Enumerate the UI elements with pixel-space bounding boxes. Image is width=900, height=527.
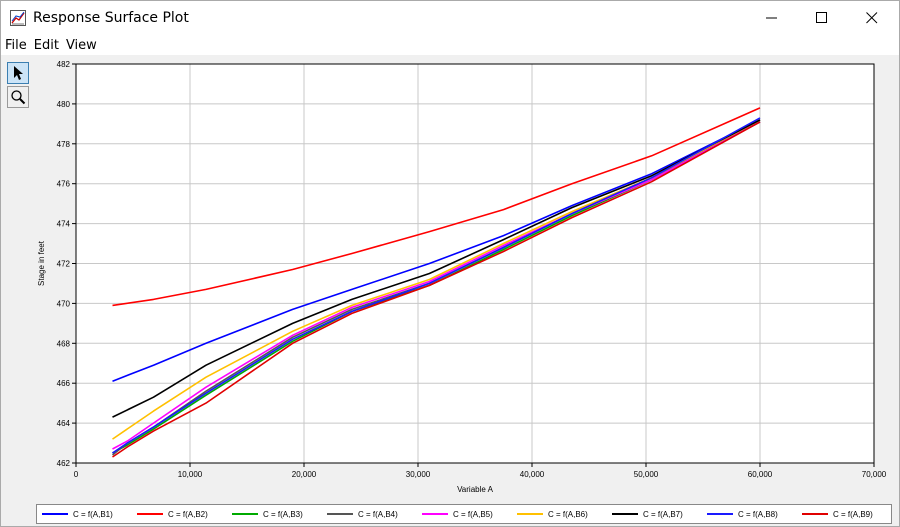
- y-tick-label: 474: [57, 220, 71, 229]
- y-tick-label: 472: [57, 260, 71, 269]
- y-tick-label: 478: [57, 140, 71, 149]
- x-tick-label: 70,000: [862, 470, 887, 479]
- y-tick-label: 466: [57, 379, 71, 388]
- legend-swatch: [802, 513, 828, 515]
- response-surface-chart[interactable]: 0 10,000 20,000 30,000 40,000 50,000 60,000 70,…: [32, 57, 898, 503]
- window-title: Response Surface Plot: [33, 10, 189, 26]
- x-tick-label: 30,000: [406, 470, 431, 479]
- zoom-tool-button[interactable]: [7, 86, 29, 108]
- legend-item-b5: C = f(A,B5): [417, 510, 512, 519]
- legend-label: C = f(A,B9): [833, 509, 873, 519]
- x-tick-label: 50,000: [634, 470, 659, 479]
- x-axis-label: Variable A: [457, 485, 494, 494]
- legend-item-b9: C = f(A,B9): [797, 510, 892, 519]
- x-tick-label: 60,000: [748, 470, 773, 479]
- close-button[interactable]: [849, 1, 895, 35]
- title-bar[interactable]: Response Surface Plot: [1, 1, 899, 35]
- legend-swatch: [327, 513, 353, 515]
- menu-bar: File Edit View: [1, 35, 899, 55]
- y-tick-label: 482: [57, 60, 71, 69]
- x-tick-label: 20,000: [292, 470, 317, 479]
- x-tick-label: 10,000: [178, 470, 203, 479]
- y-tick-label: 462: [57, 459, 71, 468]
- menu-view[interactable]: View: [62, 38, 100, 53]
- legend-item-b7: C = f(A,B7): [607, 510, 702, 519]
- legend-item-b1: C = f(A,B1): [37, 510, 132, 519]
- response-surface-window: Response Surface Plot File Edit View 0 1…: [0, 0, 900, 527]
- legend-swatch: [707, 513, 733, 515]
- maximize-button[interactable]: [799, 1, 845, 35]
- y-tick-label: 480: [57, 100, 71, 109]
- minimize-icon: [766, 17, 777, 19]
- arrow-pointer-icon: [14, 66, 23, 80]
- legend-swatch: [232, 513, 258, 515]
- legend-item-b6: C = f(A,B6): [512, 510, 607, 519]
- minimize-button[interactable]: [749, 1, 795, 35]
- x-tick-label: 0: [74, 470, 79, 479]
- legend-label: C = f(A,B4): [358, 509, 398, 519]
- legend-swatch: [42, 513, 68, 515]
- legend-item-b2: C = f(A,B2): [132, 510, 227, 519]
- legend-item-b3: C = f(A,B3): [227, 510, 322, 519]
- legend-swatch: [137, 513, 163, 515]
- magnifier-icon: [11, 90, 26, 105]
- legend-label: C = f(A,B1): [73, 509, 113, 519]
- plot-toolbar: [5, 60, 31, 526]
- legend-label: C = f(A,B5): [453, 509, 493, 519]
- legend-label: C = f(A,B8): [738, 509, 778, 519]
- x-tick-label: 40,000: [520, 470, 545, 479]
- menu-edit[interactable]: Edit: [30, 38, 62, 53]
- legend-item-b8: C = f(A,B8): [702, 510, 797, 519]
- legend-item-b4: C = f(A,B4): [322, 510, 417, 519]
- maximize-icon: [816, 12, 827, 23]
- legend-swatch: [517, 513, 543, 515]
- legend-swatch: [612, 513, 638, 515]
- y-axis-label: Stage in feet: [37, 240, 46, 286]
- chart-legend: C = f(A,B1) C = f(A,B2) C = f(A,B3) C = f(A…: [36, 504, 892, 524]
- y-tick-label: 468: [57, 339, 71, 348]
- legend-label: C = f(A,B6): [548, 509, 588, 519]
- y-tick-label: 470: [57, 299, 71, 308]
- close-icon: [866, 12, 878, 24]
- legend-swatch: [422, 513, 448, 515]
- legend-label: C = f(A,B7): [643, 509, 683, 519]
- legend-label: C = f(A,B3): [263, 509, 303, 519]
- y-tick-label: 476: [57, 180, 71, 189]
- pointer-tool-button[interactable]: [7, 62, 29, 84]
- chart-app-icon: [10, 10, 26, 26]
- y-tick-label: 464: [57, 419, 71, 428]
- menu-file[interactable]: File: [1, 38, 30, 53]
- legend-label: C = f(A,B2): [168, 509, 208, 519]
- plot-area[interactable]: 0 10,000 20,000 30,000 40,000 50,000 60,000 70,…: [32, 57, 898, 503]
